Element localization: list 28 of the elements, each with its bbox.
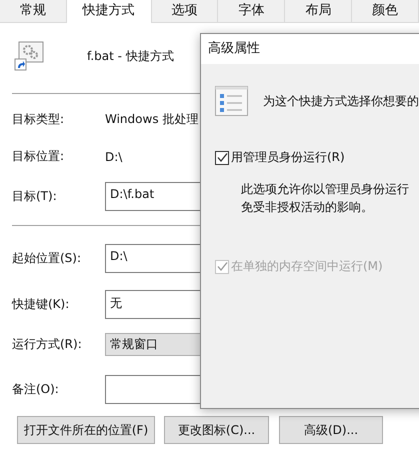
checklist-icon (215, 86, 248, 116)
tab[interactable]: 颜色 (352, 0, 419, 22)
shortcut-name: f.bat - 快捷方式 (87, 48, 174, 64)
field-label: 目标位置: (12, 148, 66, 165)
checkbox[interactable] (215, 150, 229, 164)
field-label: 目标类型: (12, 111, 66, 128)
tab[interactable]: 快捷方式 (66, 0, 152, 23)
tab[interactable]: 字体 (218, 0, 286, 22)
checkbox-label: 用管理员身份运行(R) (231, 149, 345, 166)
shortcut-file-icon (14, 41, 44, 71)
option-description: 免受非授权活动的影响。 (241, 199, 374, 216)
field-label: 运行方式(R): (12, 336, 83, 353)
field-label: 目标(T): (12, 188, 58, 205)
run-dropdown[interactable]: 常规窗口 (105, 333, 200, 356)
tab[interactable]: 布局 (285, 0, 352, 22)
option-description: 此选项允许你以管理员身份运行 (241, 181, 410, 198)
dialog-intro: 为这个快捷方式选择你想要的 (263, 92, 419, 110)
field-value: Windows 批处理 (105, 111, 198, 128)
dialog-button[interactable]: 更改图标(C)... (164, 416, 269, 444)
field-label: 快捷键(K): (12, 296, 70, 313)
checkbox-label: 在单独的内存空间中运行(M) (231, 258, 383, 275)
field-value: D:\ (105, 150, 122, 164)
dialog-title: 高级属性 (201, 34, 419, 64)
field-label: 起始位置(S): (12, 250, 82, 267)
dialog-button[interactable]: 高级(D)... (279, 416, 383, 444)
tab[interactable]: 选项 (152, 0, 218, 22)
field-label: 备注(O): (12, 381, 60, 398)
dialog-button[interactable]: 打开文件所在的位置(F) (17, 416, 155, 444)
